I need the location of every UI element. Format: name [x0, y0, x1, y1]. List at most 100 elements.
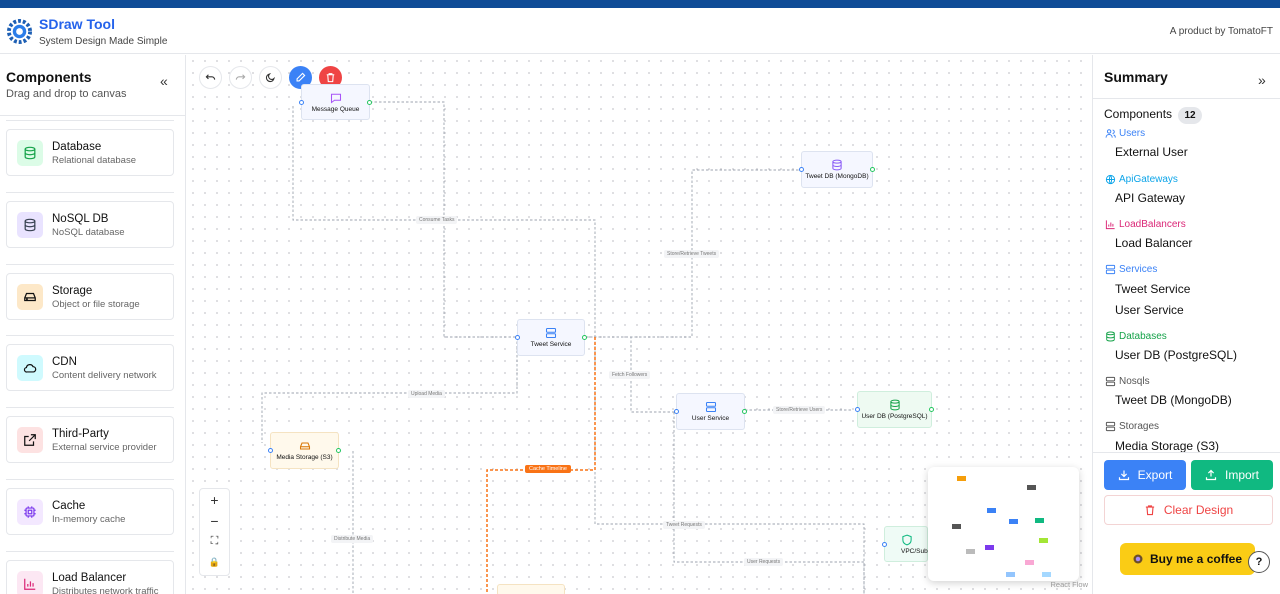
import-button[interactable]: Import	[1191, 460, 1273, 490]
node-user-service[interactable]: User Service	[674, 393, 747, 430]
node-handle[interactable]	[367, 100, 372, 105]
minimap-node	[1006, 572, 1015, 577]
app-header: SDraw Tool System Design Made Simple A p…	[0, 8, 1280, 54]
node-handle[interactable]	[515, 335, 520, 340]
summary-panel: Summary » Components 12 Users External Us…	[1092, 55, 1280, 594]
database-icon	[1106, 331, 1115, 342]
undo-button[interactable]	[199, 66, 222, 89]
component-cache[interactable]: Cache In-memory cache	[6, 488, 174, 535]
brand-tagline: System Design Made Simple	[39, 36, 168, 47]
minimap[interactable]	[928, 467, 1079, 581]
node-tweet-db[interactable]: Tweet DB (MongoDB)	[799, 151, 875, 188]
node-handle[interactable]	[582, 335, 587, 340]
help-button[interactable]: ?	[1248, 551, 1270, 573]
summary-header: Summary »	[1093, 55, 1280, 99]
category-databases: Databases	[1105, 331, 1167, 342]
redo-button[interactable]	[229, 66, 252, 89]
node-handle[interactable]	[799, 167, 804, 172]
component-database[interactable]: Database Relational database	[6, 129, 174, 176]
node-media-storage[interactable]: Media Storage (S3)	[268, 432, 341, 469]
minimap-node	[966, 549, 975, 554]
components-count-row: Components 12	[1104, 107, 1203, 124]
lock-button[interactable]: 🔒	[200, 552, 229, 573]
zoom-out-button[interactable]: −	[200, 510, 229, 531]
edge-label: Consume Tasks	[416, 216, 458, 224]
trash-icon	[1145, 505, 1154, 516]
node-handle[interactable]	[929, 407, 934, 412]
node-vpc[interactable]: VPC/Subn	[882, 526, 931, 562]
component-third-party[interactable]: Third-Party External service provider	[6, 416, 174, 463]
dark-mode-button[interactable]	[259, 66, 282, 89]
component-desc: NoSQL database	[52, 227, 125, 238]
top-accent-bar	[0, 0, 1280, 8]
category-api-gateways: ApiGateways	[1105, 174, 1178, 185]
component-desc: Relational database	[52, 155, 136, 166]
import-label: Import	[1224, 468, 1259, 482]
category-storages: Storages	[1105, 421, 1159, 432]
component-name: CDN	[52, 356, 77, 368]
server-icon	[705, 401, 716, 413]
component-name: Third-Party	[52, 428, 109, 440]
collapse-left-button[interactable]: «	[160, 73, 168, 89]
server-icon	[1105, 264, 1116, 275]
node-label: Media Storage (S3)	[276, 454, 333, 461]
components-count-badge: 12	[1178, 107, 1203, 124]
component-nosql-db[interactable]: NoSQL DB NoSQL database	[6, 201, 174, 248]
hard-drive-icon	[17, 284, 43, 310]
clear-design-button[interactable]: Clear Design	[1104, 495, 1273, 525]
node-handle[interactable]	[299, 100, 304, 105]
category-nosqls: Nosqls	[1105, 376, 1150, 387]
download-icon	[1118, 470, 1129, 481]
node-handle[interactable]	[674, 409, 679, 414]
component-desc: Object or file storage	[52, 299, 140, 310]
node-message-queue[interactable]: Message Queue	[299, 84, 372, 120]
category-services: Services	[1105, 264, 1157, 275]
collapse-right-button[interactable]: »	[1258, 72, 1266, 88]
node-handle[interactable]	[268, 448, 273, 453]
node-handle[interactable]	[742, 409, 747, 414]
components-title: Components	[6, 69, 92, 85]
category-load-balancers: LoadBalancers	[1105, 219, 1186, 230]
summary-item: External User	[1115, 145, 1188, 159]
node-handle[interactable]	[336, 448, 341, 453]
export-button[interactable]: Export	[1104, 460, 1186, 490]
component-desc: In-memory cache	[52, 514, 126, 525]
category-label: LoadBalancers	[1119, 219, 1186, 230]
zoom-in-button[interactable]: +	[200, 489, 229, 510]
component-name: Storage	[52, 285, 93, 297]
node-user-db[interactable]: User DB (PostgreSQL)	[855, 391, 934, 428]
component-load-balancer[interactable]: Load Balancer Distributes network traffi…	[6, 560, 174, 594]
node-label: User DB (PostgreSQL)	[861, 413, 928, 420]
summary-item: User Service	[1115, 303, 1184, 317]
component-cdn[interactable]: CDN Content delivery network	[6, 344, 174, 391]
node-handle[interactable]	[870, 167, 875, 172]
minimap-node	[957, 476, 966, 481]
category-label: Databases	[1119, 331, 1167, 342]
minimap-node	[1039, 538, 1048, 543]
component-name: Database	[52, 141, 102, 153]
component-storage[interactable]: Storage Object or file storage	[6, 273, 174, 320]
node-tweet-service[interactable]: Tweet Service	[515, 319, 587, 356]
hard-drive-icon	[299, 442, 310, 450]
node-cache-partial[interactable]	[497, 584, 565, 594]
shield-icon	[902, 534, 912, 545]
nosql-db-icon	[832, 159, 842, 171]
design-canvas[interactable]: Message Queue Tweet DB (MongoDB) Tweet S…	[187, 55, 1091, 594]
summary-item: Tweet Service	[1115, 282, 1191, 296]
cloud-icon	[17, 355, 43, 381]
node-label: Message Queue	[311, 105, 360, 113]
nosql-db-icon	[17, 212, 43, 238]
category-label: Users	[1119, 128, 1146, 139]
react-flow-attribution[interactable]: React Flow	[1050, 580, 1088, 589]
divider	[6, 551, 174, 552]
divider	[6, 192, 174, 193]
node-handle[interactable]	[882, 542, 887, 547]
category-label: Nosqls	[1119, 376, 1150, 387]
category-label: Services	[1119, 264, 1158, 275]
edge-label: Distribute Media	[331, 535, 374, 543]
node-handle[interactable]	[855, 407, 860, 412]
summary-item: Media Storage (S3)	[1115, 439, 1220, 453]
minimap-node	[1009, 519, 1018, 524]
buy-me-a-coffee-button[interactable]: Buy me a coffee	[1120, 543, 1255, 575]
fit-view-button[interactable]: ⛶	[200, 531, 229, 552]
